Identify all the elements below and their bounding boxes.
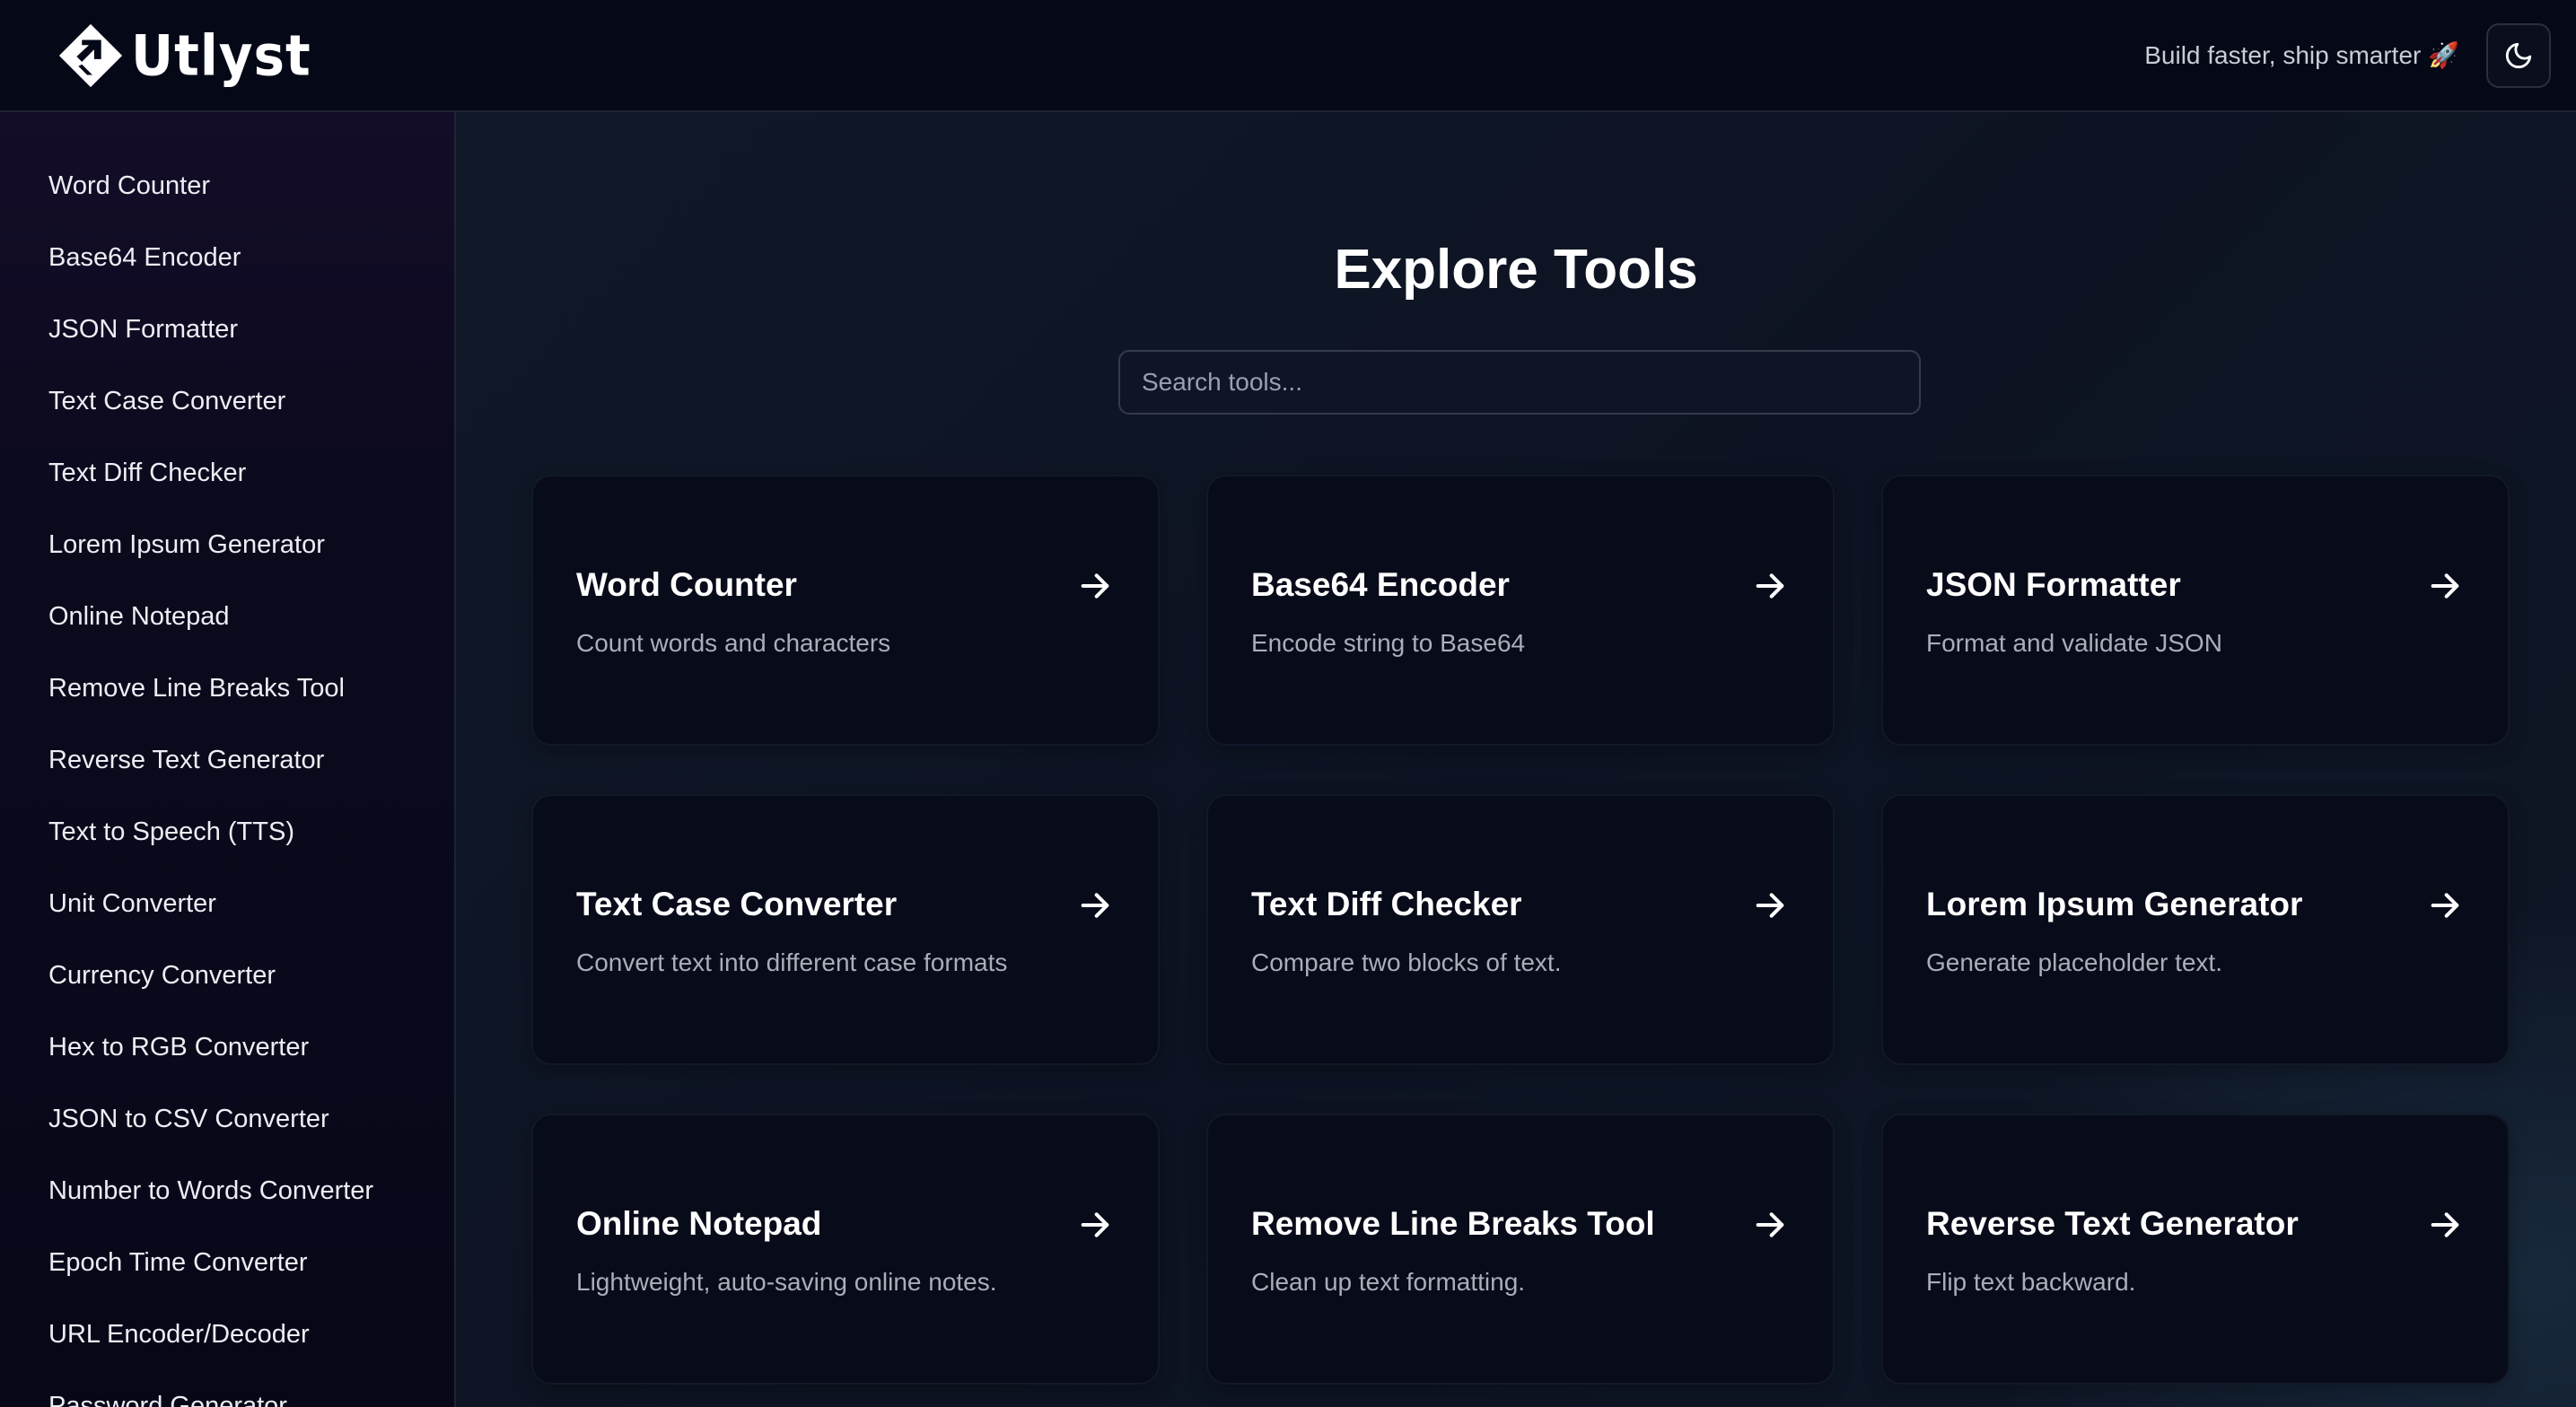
card-title: Remove Line Breaks Tool — [1251, 1205, 1655, 1242]
main-content: Explore Tools Word Counter Count words a… — [456, 112, 2576, 1407]
card-title: Lorem Ipsum Generator — [1926, 886, 2303, 922]
page-title: Explore Tools — [1334, 239, 1698, 301]
sidebar-item-currency-converter[interactable]: Currency Converter — [0, 939, 454, 1011]
card-title: Online Notepad — [576, 1205, 822, 1242]
sidebar-item-text-case-converter[interactable]: Text Case Converter — [0, 365, 454, 437]
tagline: Build faster, ship smarter 🚀 — [2144, 41, 2459, 69]
tool-card-text-diff-checker[interactable]: Text Diff Checker Compare two blocks of … — [1206, 794, 1835, 1065]
brand-name: Utlyst — [131, 22, 311, 89]
arrow-right-icon — [1081, 573, 1109, 599]
card-description: Lightweight, auto-saving online notes. — [576, 1268, 997, 1296]
sidebar-item-hex-to-rgb[interactable]: Hex to RGB Converter — [0, 1011, 454, 1083]
card-description: Clean up text formatting. — [1251, 1268, 1526, 1296]
arrow-right-icon — [1081, 893, 1109, 918]
sidebar-item-remove-line-breaks[interactable]: Remove Line Breaks Tool — [0, 652, 454, 724]
arrow-right-icon — [2431, 573, 2459, 599]
tool-card-lorem-ipsum-generator[interactable]: Lorem Ipsum Generator Generate placehold… — [1881, 794, 2510, 1065]
card-description: Encode string to Base64 — [1251, 629, 1526, 657]
sidebar-item-text-diff-checker[interactable]: Text Diff Checker — [0, 437, 454, 509]
sidebar-item-online-notepad[interactable]: Online Notepad — [0, 581, 454, 652]
sidebar-item-base64-encoder[interactable]: Base64 Encoder — [0, 222, 454, 293]
tool-card-base64-encoder[interactable]: Base64 Encoder Encode string to Base64 — [1206, 475, 1835, 746]
sidebar-item-password-generator[interactable]: Password Generator — [0, 1370, 454, 1407]
card-title: Reverse Text Generator — [1926, 1205, 2299, 1242]
sidebar-item-reverse-text-generator[interactable]: Reverse Text Generator — [0, 724, 454, 796]
arrow-right-icon — [1756, 1212, 1784, 1237]
card-description: Convert text into different case formats — [576, 948, 1008, 976]
tool-card-word-counter[interactable]: Word Counter Count words and characters — [531, 475, 1160, 746]
card-description: Compare two blocks of text. — [1251, 948, 1562, 976]
sidebar-item-json-formatter[interactable]: JSON Formatter — [0, 293, 454, 365]
tool-card-reverse-text-generator[interactable]: Reverse Text Generator Flip text backwar… — [1881, 1114, 2510, 1385]
moon-icon — [2505, 42, 2532, 68]
arrow-right-icon — [1756, 893, 1784, 918]
sidebar-nav: Word Counter Base64 Encoder JSON Formatt… — [0, 112, 456, 1407]
sidebar-item-url-encoder-decoder[interactable]: URL Encoder/Decoder — [0, 1298, 454, 1370]
sidebar-item-number-to-words[interactable]: Number to Words Converter — [0, 1155, 454, 1227]
card-title: Text Diff Checker — [1251, 886, 1522, 922]
card-title: JSON Formatter — [1926, 566, 2181, 603]
header-actions: Build faster, ship smarter 🚀 — [2144, 22, 2551, 88]
arrow-right-icon — [2431, 893, 2459, 918]
card-title: Text Case Converter — [576, 886, 898, 922]
sidebar-item-word-counter[interactable]: Word Counter — [0, 150, 454, 222]
arrow-right-icon — [1756, 573, 1784, 599]
tool-card-json-formatter[interactable]: JSON Formatter Format and validate JSON — [1881, 475, 2510, 746]
sidebar-item-lorem-ipsum-generator[interactable]: Lorem Ipsum Generator — [0, 509, 454, 581]
top-header: Utlyst Build faster, ship smarter 🚀 — [0, 0, 2576, 112]
sidebar-item-epoch-time-converter[interactable]: Epoch Time Converter — [0, 1227, 454, 1298]
sidebar-item-json-to-csv[interactable]: JSON to CSV Converter — [0, 1083, 454, 1155]
card-description: Format and validate JSON — [1926, 629, 2222, 657]
brand-logo[interactable]: Utlyst — [56, 21, 311, 91]
card-description: Count words and characters — [576, 629, 891, 657]
tool-card-online-notepad[interactable]: Online Notepad Lightweight, auto-saving … — [531, 1114, 1160, 1385]
card-title: Word Counter — [576, 566, 797, 603]
tool-grid: Word Counter Count words and characters … — [531, 475, 2510, 1385]
card-title: Base64 Encoder — [1251, 566, 1510, 603]
arrow-right-icon — [2431, 1212, 2459, 1237]
logo-mark-icon — [58, 23, 123, 87]
sidebar-item-unit-converter[interactable]: Unit Converter — [0, 868, 454, 939]
search-input[interactable] — [1118, 350, 1921, 415]
sidebar-item-text-to-speech[interactable]: Text to Speech (TTS) — [0, 796, 454, 868]
arrow-right-icon — [1081, 1212, 1109, 1237]
tool-card-text-case-converter[interactable]: Text Case Converter Convert text into di… — [531, 794, 1160, 1065]
card-description: Generate placeholder text. — [1926, 948, 2222, 976]
theme-toggle-button[interactable] — [2486, 22, 2551, 88]
card-description: Flip text backward. — [1926, 1268, 2136, 1296]
tool-card-remove-line-breaks[interactable]: Remove Line Breaks Tool Clean up text fo… — [1206, 1114, 1835, 1385]
